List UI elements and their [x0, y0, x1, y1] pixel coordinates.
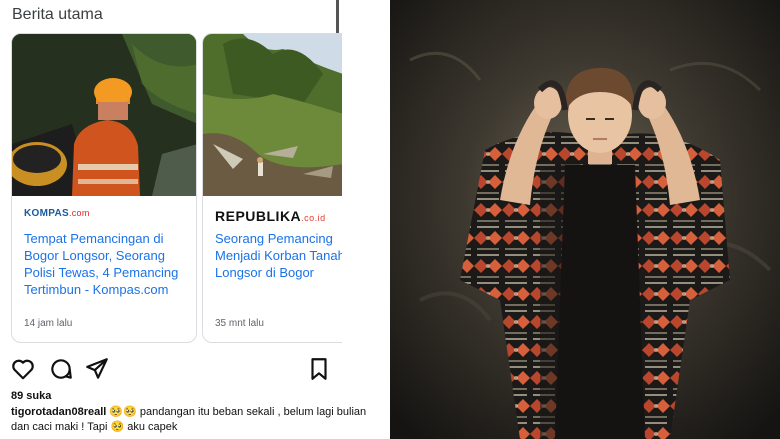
rescue-worker-image — [12, 34, 196, 196]
headline-line: Menjadi Korban Tanah — [215, 248, 342, 263]
news-card-kompas[interactable]: KOMPAS.com Tempat Pemancingan di Bogor L… — [11, 33, 197, 343]
section-title: Berita utama — [12, 6, 103, 23]
news-headline[interactable]: Tempat Pemancingan di Bogor Longsor, Seo… — [24, 230, 194, 298]
publisher-suffix: .com — [68, 208, 90, 218]
heart-icon[interactable] — [10, 356, 36, 382]
publisher-logo-republika: REPUBLIKA.co.id — [215, 208, 326, 224]
news-thumbnail-rescue — [12, 34, 196, 196]
like-count[interactable]: 89 suka — [11, 390, 51, 402]
news-card-republika[interactable]: REPUBLIKA.co.id Seorang Pemancing Menjad… — [202, 33, 342, 343]
news-time: 14 jam lalu — [24, 318, 73, 329]
post-action-bar — [10, 356, 340, 384]
news-time: 35 mnt lalu — [215, 318, 264, 329]
caption-text: aku capek — [124, 421, 178, 433]
username[interactable]: tigorotadan08reall — [11, 406, 106, 418]
send-icon[interactable] — [84, 356, 110, 382]
headline-line: Seorang Pemancing — [215, 231, 333, 246]
news-thumbnail-landslide — [203, 34, 342, 196]
portrait-photo — [390, 0, 780, 439]
emoji: 🥺 — [110, 421, 125, 433]
headline-line: Longsor di Bogor — [215, 265, 315, 280]
publisher-name: KOMPAS — [24, 208, 69, 219]
news-screenshot-panel: Berita utama KOMPAS.com Tempat Pemancing… — [0, 0, 390, 439]
emoji: 🥺🥺 — [109, 406, 137, 418]
publisher-logo-kompas: KOMPAS.com — [24, 208, 90, 219]
man-in-ikat-cloak-image — [390, 0, 780, 439]
bookmark-icon[interactable] — [306, 356, 332, 382]
news-headline[interactable]: Seorang Pemancing Menjadi Korban Tanah L… — [215, 230, 342, 281]
landslide-image — [203, 34, 342, 196]
publisher-name: REPUBLIKA — [215, 208, 302, 224]
post-caption: tigorotadan08reall 🥺🥺 pandangan itu beba… — [11, 405, 381, 435]
publisher-suffix: .co.id — [301, 213, 326, 223]
comment-icon[interactable] — [48, 356, 74, 382]
